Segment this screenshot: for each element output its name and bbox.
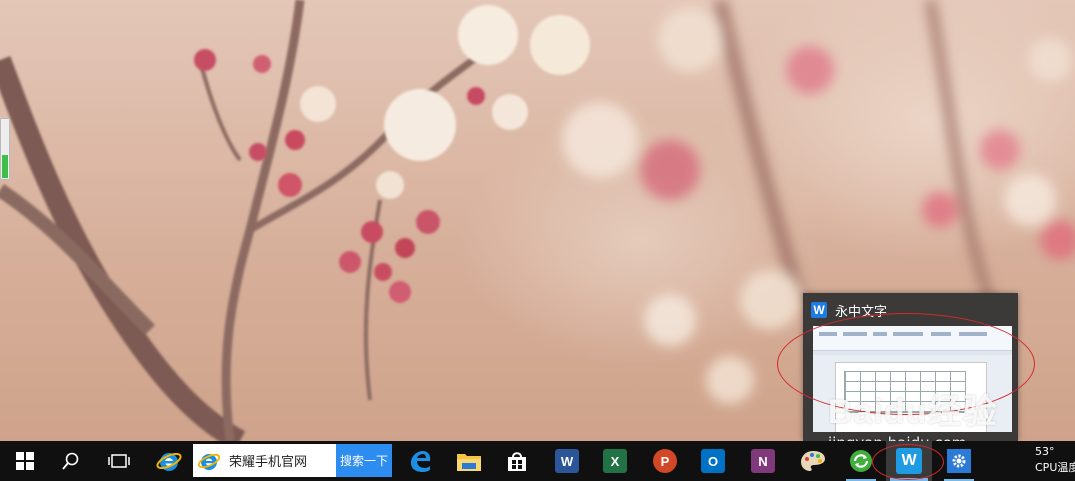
paint-palette-icon <box>801 451 825 471</box>
search-icon <box>62 452 79 470</box>
excel-icon: X <box>603 449 627 473</box>
thumbnail-document-page <box>835 362 987 432</box>
settings-tile <box>947 449 971 473</box>
word-icon: W <box>555 449 579 473</box>
green-refresh-icon <box>850 450 872 472</box>
yozo-w-icon: W <box>811 302 827 318</box>
preview-header: W 永中文字 <box>811 301 888 320</box>
ie-icon <box>156 453 182 471</box>
temperature-value: 53° <box>1035 445 1055 458</box>
taskbar-window-preview[interactable]: W 永中文字 <box>803 293 1018 441</box>
taskbar-app-internet-explorer[interactable] <box>146 441 192 481</box>
taskbar-search-box[interactable]: 荣耀手机官网 搜索一下 <box>193 444 392 477</box>
gauge-fill <box>2 154 8 178</box>
yozo-w-icon: W <box>896 448 922 474</box>
onenote-icon: N <box>751 449 775 473</box>
taskbar-app-powerpoint[interactable]: P <box>642 441 688 481</box>
preview-window-title: 永中文字 <box>835 304 888 320</box>
level-gauge <box>0 118 10 180</box>
taskbar-app-file-explorer[interactable] <box>446 441 492 481</box>
taskbar-app-outlook[interactable]: O <box>690 441 736 481</box>
store-icon <box>508 452 526 471</box>
task-view-button[interactable] <box>96 441 142 481</box>
taskbar-app-excel[interactable]: X <box>592 441 638 481</box>
preview-thumbnail[interactable] <box>813 326 1012 432</box>
taskbar-app-update[interactable] <box>838 441 884 481</box>
taskbar-app-word[interactable]: W <box>544 441 590 481</box>
search-button[interactable] <box>48 441 94 481</box>
thumbnail-ruler <box>813 351 1012 355</box>
taskbar-app-yozo-office[interactable]: W <box>886 441 932 481</box>
search-submit-button[interactable]: 搜索一下 <box>336 444 392 477</box>
taskbar-app-edge[interactable] <box>397 441 443 481</box>
task-view-icon <box>108 454 130 468</box>
start-button[interactable] <box>2 441 48 481</box>
search-input[interactable]: 荣耀手机官网 <box>193 444 336 477</box>
thumbnail-ribbon <box>813 326 1012 351</box>
taskbar-app-paint[interactable] <box>790 441 836 481</box>
temperature-label: CPU温度 <box>1035 461 1075 474</box>
thumbnail-table <box>844 371 966 413</box>
tray-temperature[interactable]: 53° CPU温度 <box>1035 444 1075 478</box>
outlook-icon: O <box>701 449 725 473</box>
taskbar-app-onenote[interactable]: N <box>740 441 786 481</box>
ie-icon <box>197 453 221 470</box>
edge-icon <box>411 451 431 472</box>
folder-icon <box>457 454 481 471</box>
powerpoint-icon: P <box>653 449 677 473</box>
taskbar-app-store[interactable] <box>494 441 540 481</box>
search-query-text: 荣耀手机官网 <box>229 455 308 470</box>
taskbar-app-settings[interactable] <box>936 441 982 481</box>
gear-icon <box>952 454 966 468</box>
windows-logo-icon <box>16 452 34 470</box>
